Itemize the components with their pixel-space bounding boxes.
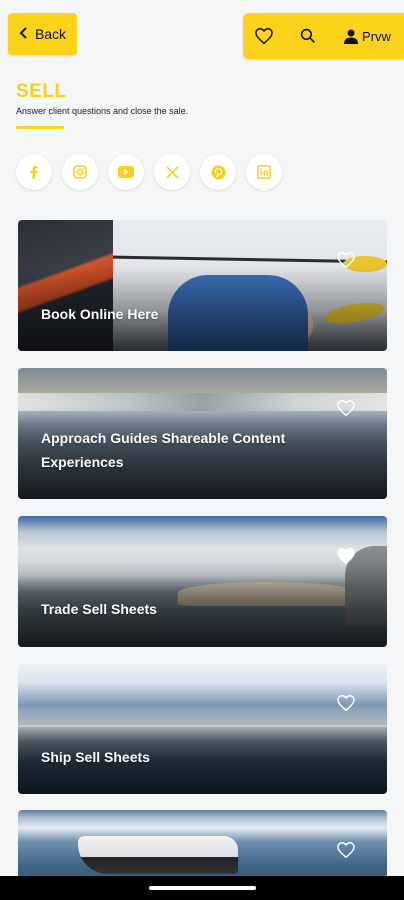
user-icon: [344, 29, 359, 44]
youtube-button[interactable]: [108, 154, 144, 190]
instagram-button[interactable]: [62, 154, 98, 190]
card-overlay: [18, 516, 387, 647]
card-title: Book Online Here: [41, 306, 159, 322]
card-overlay: [18, 220, 387, 351]
pinterest-button[interactable]: [200, 154, 236, 190]
profile-button[interactable]: Prvw: [331, 13, 404, 59]
system-nav-bar: [0, 876, 404, 900]
back-label: Back: [34, 26, 67, 42]
card-trade-sell-sheets[interactable]: Trade Sell Sheets: [18, 516, 387, 647]
favorites-button[interactable]: [243, 13, 285, 59]
facebook-button[interactable]: [16, 154, 52, 190]
top-bar: Back Prvw: [0, 13, 404, 59]
instagram-icon: [73, 165, 87, 179]
heart-icon: [255, 28, 273, 44]
linkedin-icon: [257, 165, 271, 179]
pinterest-icon: [211, 165, 225, 179]
heart-icon[interactable]: [337, 252, 355, 268]
search-icon: [300, 28, 315, 43]
x-button[interactable]: [154, 154, 190, 190]
card-title: Ship Sell Sheets: [41, 749, 150, 765]
heart-icon[interactable]: [337, 842, 355, 858]
card-title: Approach Guides Shareable Content Experi…: [41, 430, 286, 470]
page-title: SELL: [16, 81, 67, 102]
heart-icon[interactable]: [337, 400, 355, 416]
card-book-online[interactable]: Book Online Here: [18, 220, 387, 351]
card-title: Trade Sell Sheets: [41, 601, 157, 617]
social-links: [16, 154, 282, 190]
profile-label: Prvw: [362, 28, 391, 44]
card-overlay: [18, 663, 387, 794]
chevron-left-icon: [19, 26, 29, 42]
heart-icon[interactable]: [337, 695, 355, 711]
search-button[interactable]: [285, 13, 331, 59]
card-approach-guides[interactable]: Approach Guides Shareable Content Experi…: [18, 368, 387, 499]
page-subtitle: Answer client questions and close the sa…: [16, 106, 189, 116]
heart-filled-icon[interactable]: [337, 548, 355, 564]
youtube-icon: [118, 166, 134, 178]
card-image-detail: [78, 836, 238, 874]
card-ship-sell-sheets[interactable]: Ship Sell Sheets: [18, 663, 387, 794]
back-button[interactable]: Back: [8, 13, 77, 55]
title-underline: [16, 126, 64, 129]
facebook-icon: [30, 165, 38, 179]
home-handle[interactable]: [149, 886, 256, 890]
linkedin-button[interactable]: [246, 154, 282, 190]
header-actions: Prvw: [243, 13, 404, 59]
x-icon: [165, 165, 179, 179]
